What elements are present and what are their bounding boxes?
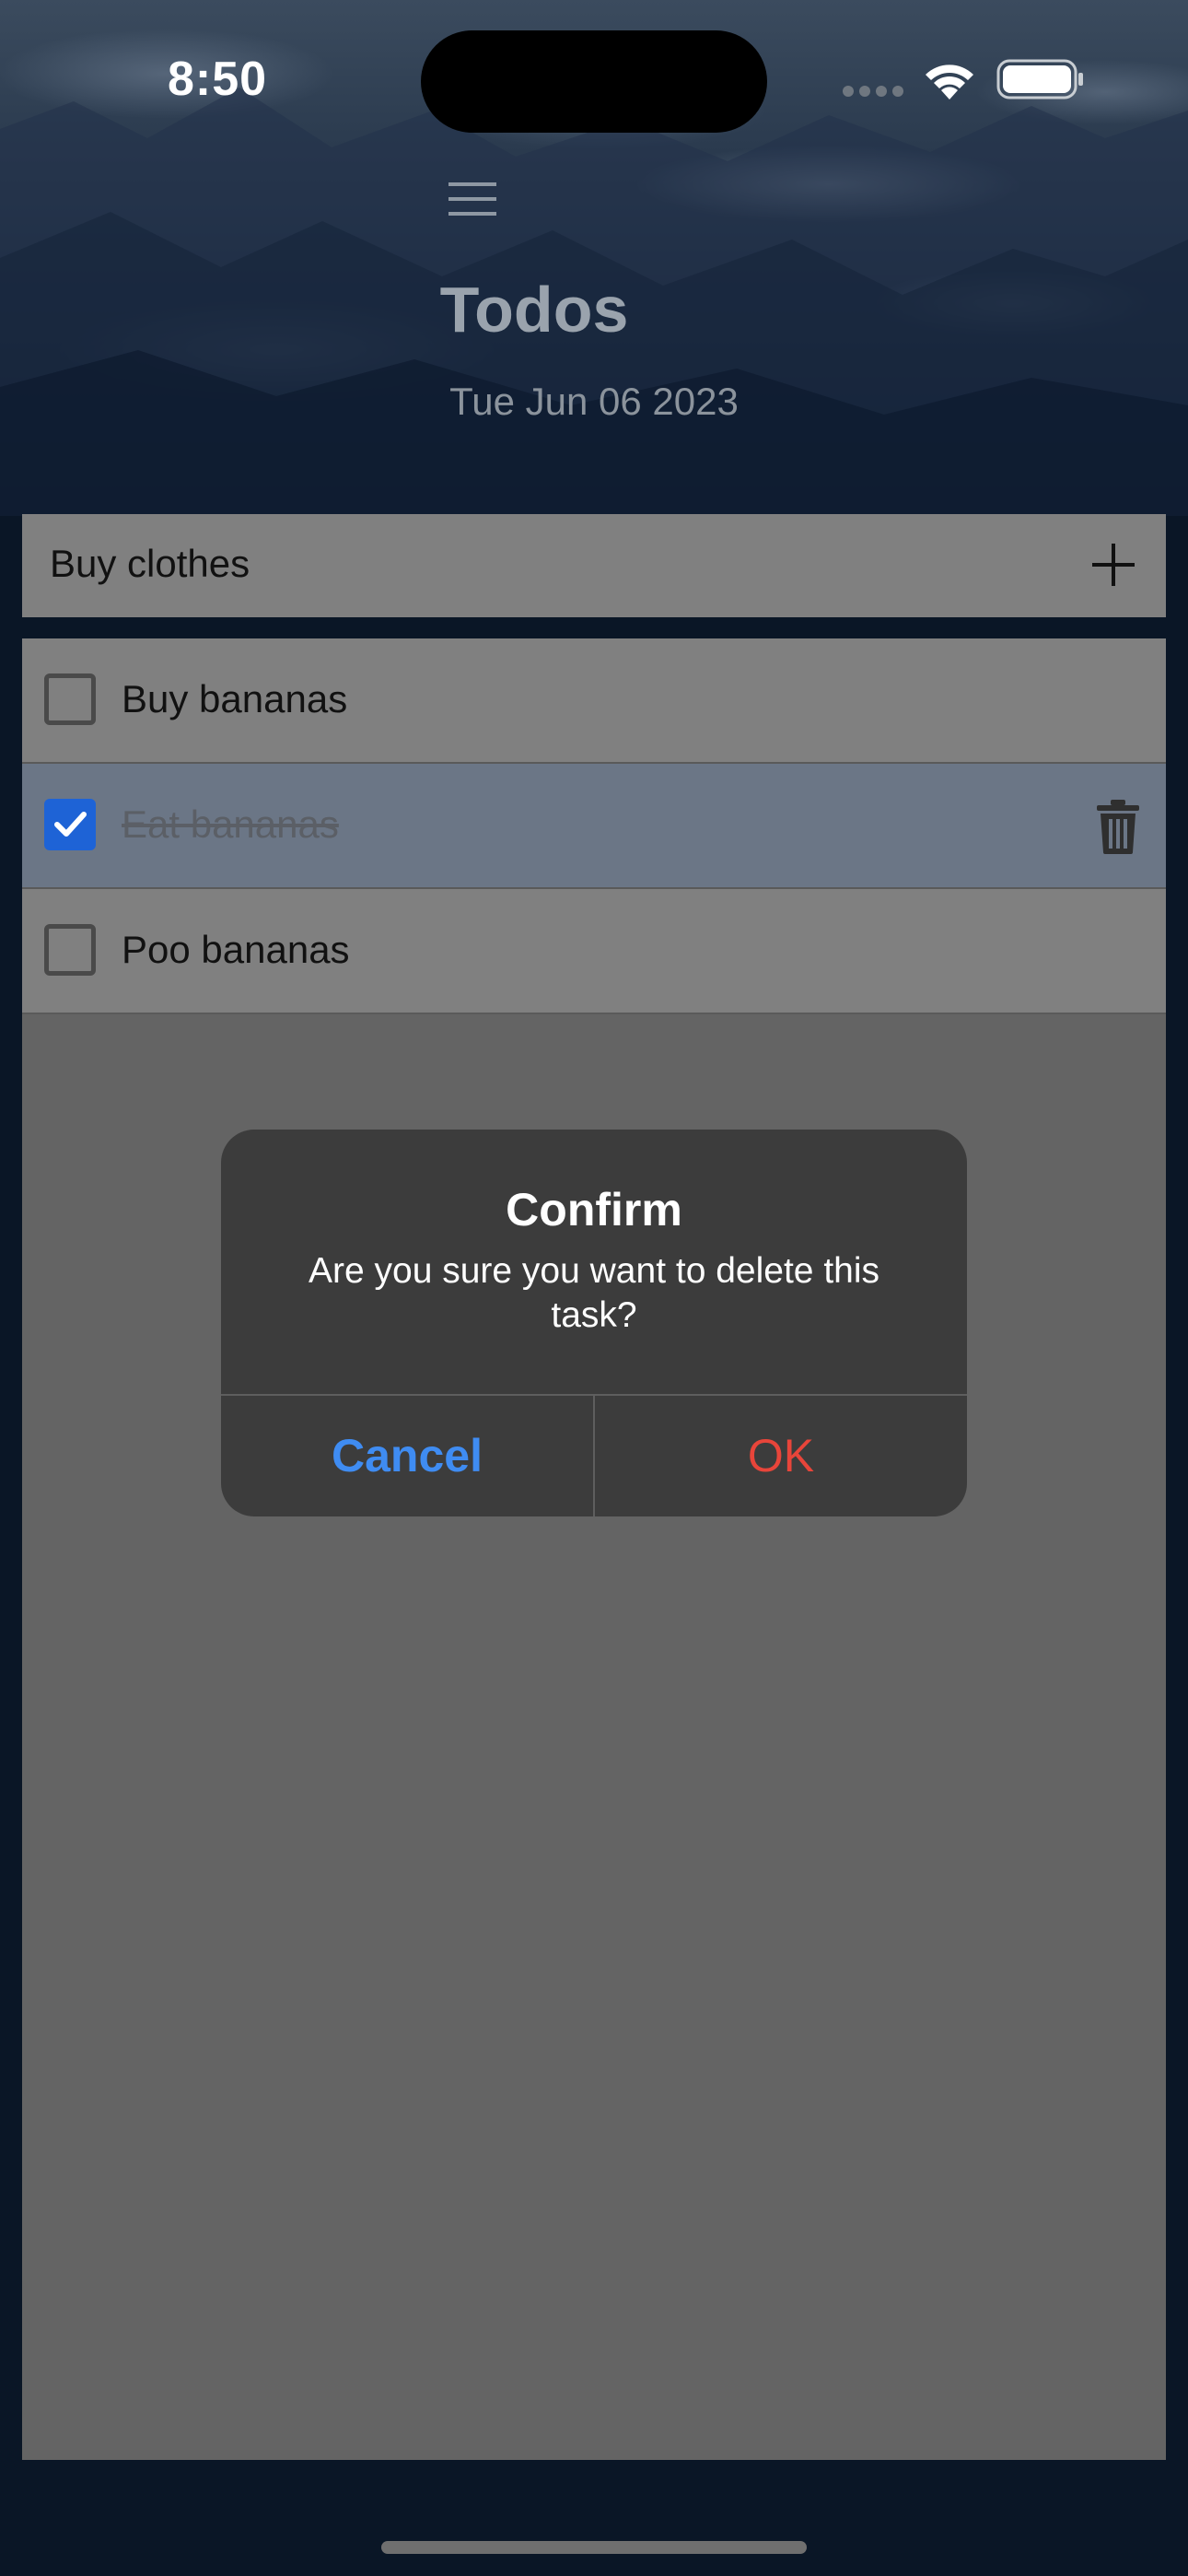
- todo-label: Poo bananas: [122, 928, 350, 971]
- todo-label: Eat bananas: [122, 802, 339, 846]
- new-todo-input[interactable]: Buy clothes: [50, 542, 250, 586]
- todo-list: Buy bananas Eat bananas Poo bananas: [22, 638, 1166, 2460]
- todo-checkbox[interactable]: [44, 924, 96, 976]
- new-todo-bar: Buy clothes: [22, 514, 1166, 617]
- home-indicator[interactable]: [381, 2541, 807, 2554]
- menu-icon[interactable]: [448, 181, 496, 217]
- todo-checkbox[interactable]: [44, 799, 96, 850]
- page-title: Todos: [439, 274, 629, 345]
- dialog-message: Are you sure you want to delete this tas…: [308, 1251, 880, 1335]
- todo-checkbox[interactable]: [44, 673, 96, 725]
- ok-button[interactable]: OK: [595, 1396, 967, 1516]
- dialog-title: Confirm: [506, 1184, 682, 1235]
- confirm-dialog: Confirm Are you sure you want to delete …: [221, 1130, 967, 1516]
- checkmark-icon: [54, 812, 87, 837]
- todo-label: Buy bananas: [122, 677, 348, 720]
- plus-icon[interactable]: [1090, 542, 1136, 588]
- page-date: Tue Jun 06 2023: [449, 380, 739, 423]
- battery-icon: [996, 59, 1083, 100]
- todo-item[interactable]: Eat bananas: [22, 764, 1166, 889]
- dynamic-island: [421, 30, 767, 133]
- status-time: 8:50: [168, 53, 268, 106]
- todo-item[interactable]: Poo bananas: [22, 889, 1166, 1014]
- cancel-button[interactable]: Cancel: [221, 1396, 593, 1516]
- trash-icon[interactable]: [1096, 799, 1140, 854]
- signal-icon: [843, 86, 903, 97]
- wifi-icon: [926, 64, 973, 100]
- app-screen: 8:50 Todos Tue Jun 06 2023 Buy clothes B…: [0, 0, 1188, 2576]
- todo-item[interactable]: Buy bananas: [22, 638, 1166, 764]
